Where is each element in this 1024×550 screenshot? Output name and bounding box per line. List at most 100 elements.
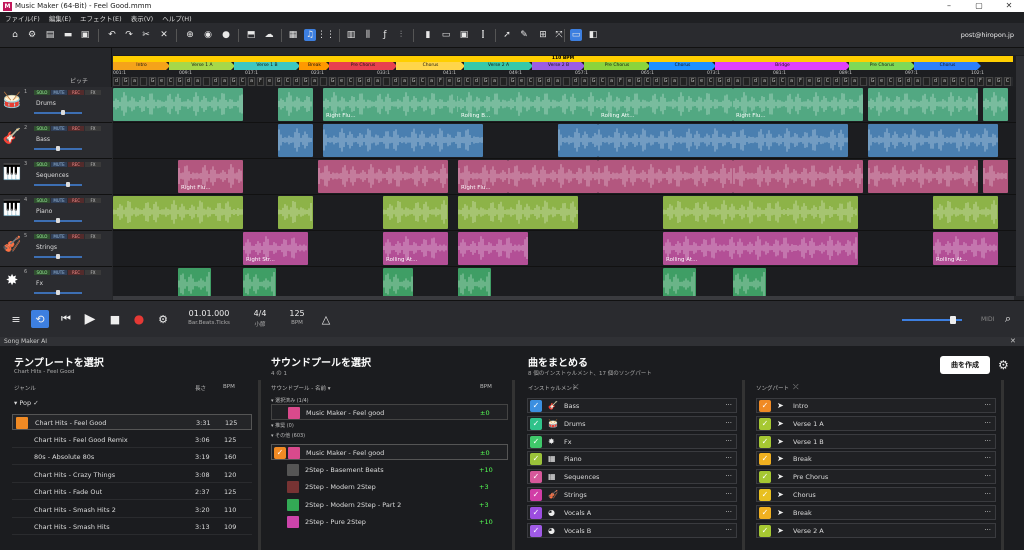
chord-cell[interactable]: e (878, 77, 885, 86)
chord-cell[interactable]: C (959, 77, 966, 86)
chord-cell[interactable]: C (239, 77, 246, 86)
chord-cell[interactable]: G (455, 77, 462, 86)
new-file-icon[interactable]: ▤ (44, 29, 56, 41)
chord-cell[interactable]: C (284, 77, 291, 86)
soundpool-row[interactable]: 2Step - Basement Beats +10 (271, 462, 508, 478)
soundpool-row[interactable]: 2Step - Modern 2Step - Part 2 +3 (271, 497, 508, 513)
checkbox-checked[interactable]: ✓ (759, 506, 771, 519)
screen-icon[interactable]: ▣ (458, 29, 470, 41)
volume-handle[interactable] (56, 290, 60, 295)
chord-cell[interactable]: G (149, 77, 156, 86)
checkbox-checked[interactable]: ✓ (759, 453, 771, 466)
audio-clip[interactable] (598, 124, 848, 157)
track-volume-slider[interactable] (34, 254, 82, 259)
record-arm-button[interactable]: REC (68, 270, 84, 275)
chord-cell[interactable]: a (428, 77, 435, 86)
volume-handle[interactable] (65, 182, 70, 187)
song-part-marker[interactable]: Pre Chorus (329, 62, 397, 70)
audio-clip[interactable] (508, 160, 598, 193)
track-name[interactable]: Bass (36, 136, 50, 143)
fx-button[interactable]: FX (85, 234, 101, 239)
chord-cell[interactable]: G (356, 77, 363, 86)
chord-cell[interactable]: C (779, 77, 786, 86)
vertical-scrollbar[interactable] (1016, 56, 1024, 296)
chord-cell[interactable]: F (437, 77, 444, 86)
fx-toolbar-icon[interactable]: ƒ (379, 29, 391, 41)
close-window-button[interactable]: ✕ (994, 0, 1024, 12)
menu-file[interactable]: ファイル(F) (5, 13, 40, 23)
shuffle-songparts-icon[interactable]: ⤫ (793, 383, 799, 392)
chord-cell[interactable]: a (608, 77, 615, 86)
chord-cell[interactable]: a (761, 77, 768, 86)
song-part-marker[interactable]: Pre Chorus (584, 62, 650, 70)
chord-cell[interactable]: a (914, 77, 921, 86)
songpart-row[interactable]: ✓ ➤ Break ··· (756, 504, 996, 520)
chord-cell[interactable]: G (275, 77, 282, 86)
audio-clip[interactable]: Rolling Att... (598, 88, 733, 121)
chord-track[interactable]: dGaGeCGdadaGCaFeGCdGaGeCGdadaGCaFeGCdGaG… (113, 77, 1013, 86)
meter-icon[interactable]: ▮ (422, 29, 434, 41)
songpart-row[interactable]: ✓ ➤ Chorus ··· (756, 487, 996, 502)
eq-icon[interactable]: ⫶ (395, 29, 407, 41)
template-scrollbar[interactable] (258, 380, 261, 550)
more-options-icon[interactable]: ··· (725, 526, 732, 534)
chord-cell[interactable]: d (545, 77, 552, 86)
record-arm-button[interactable]: REC (68, 198, 84, 203)
audio-clip[interactable] (508, 88, 598, 121)
more-options-icon[interactable]: ··· (984, 454, 991, 462)
more-options-icon[interactable]: ··· (984, 419, 991, 427)
song-part-marker[interactable]: Verse 2 B (532, 62, 585, 70)
chord-cell[interactable]: G (122, 77, 129, 86)
audio-clip[interactable]: Rolling At... (663, 232, 858, 265)
template-row[interactable]: Chart Hits - Fade Out 2:37 125 (12, 484, 252, 500)
settings-gear-icon[interactable]: ⚙ (155, 311, 171, 327)
audio-clip[interactable] (868, 88, 978, 121)
chord-cell[interactable]: G (410, 77, 417, 86)
col-soundpool-bpm[interactable]: BPM (480, 384, 492, 390)
tempo-display[interactable]: 125 BPM (285, 309, 309, 326)
chord-cell[interactable]: F (977, 77, 984, 86)
fx-button[interactable]: FX (85, 198, 101, 203)
close-icon[interactable]: ✕ (158, 29, 170, 41)
chord-cell[interactable]: d (572, 77, 579, 86)
draw-icon[interactable]: ✎ (518, 29, 530, 41)
song-part-marker[interactable]: Chorus (649, 62, 716, 70)
checkbox-checked[interactable]: ✓ (530, 417, 542, 430)
more-options-icon[interactable]: ··· (984, 508, 991, 516)
chord-cell[interactable]: a (374, 77, 381, 86)
record-arm-button[interactable]: REC (68, 90, 84, 95)
chord-cell[interactable]: a (734, 77, 741, 86)
songpart-row[interactable]: ✓ ➤ Verse 2 A ··· (756, 522, 996, 538)
song-part-marker[interactable]: Break (299, 62, 330, 70)
chord-cell[interactable]: a (311, 77, 318, 86)
checkbox-checked[interactable]: ✓ (530, 453, 542, 466)
song-part-marker[interactable]: Chorus (396, 62, 465, 70)
more-options-icon[interactable]: ··· (725, 419, 732, 427)
checkbox-checked[interactable]: ✓ (274, 447, 286, 459)
col-bpm[interactable]: BPM (223, 384, 235, 390)
checkbox-checked[interactable]: ✓ (759, 524, 771, 537)
song-part-marker[interactable]: Intro (113, 62, 170, 70)
template-row[interactable]: Chart Hits - Crazy Things 3:08 120 (12, 467, 252, 483)
more-options-icon[interactable]: ··· (725, 508, 732, 516)
split-icon[interactable]: ⫿ (477, 29, 489, 41)
fx-button[interactable]: FX (85, 90, 101, 95)
snap-icon[interactable]: ⊞ (537, 29, 549, 41)
upload-icon[interactable]: ☁ (263, 29, 275, 41)
master-volume-slider[interactable] (902, 316, 962, 324)
piano-icon[interactable]: ▥ (345, 29, 357, 41)
chord-cell[interactable]: a (248, 77, 255, 86)
track-name[interactable]: Strings (36, 244, 57, 251)
audio-clip[interactable] (178, 268, 211, 296)
chord-cell[interactable]: d (752, 77, 759, 86)
chord-cell[interactable]: d (905, 77, 912, 86)
audio-clip[interactable] (323, 124, 483, 157)
stop-button[interactable]: ■ (107, 311, 123, 327)
chord-cell[interactable]: d (113, 77, 120, 86)
chord-cell[interactable]: e (158, 77, 165, 86)
chord-cell[interactable]: d (293, 77, 300, 86)
track-volume-slider[interactable] (34, 290, 82, 295)
soundpool-row[interactable]: 2Step - Pure 2Step +10 (271, 514, 508, 530)
fx-button[interactable]: FX (85, 162, 101, 167)
chord-cell[interactable]: d (725, 77, 732, 86)
